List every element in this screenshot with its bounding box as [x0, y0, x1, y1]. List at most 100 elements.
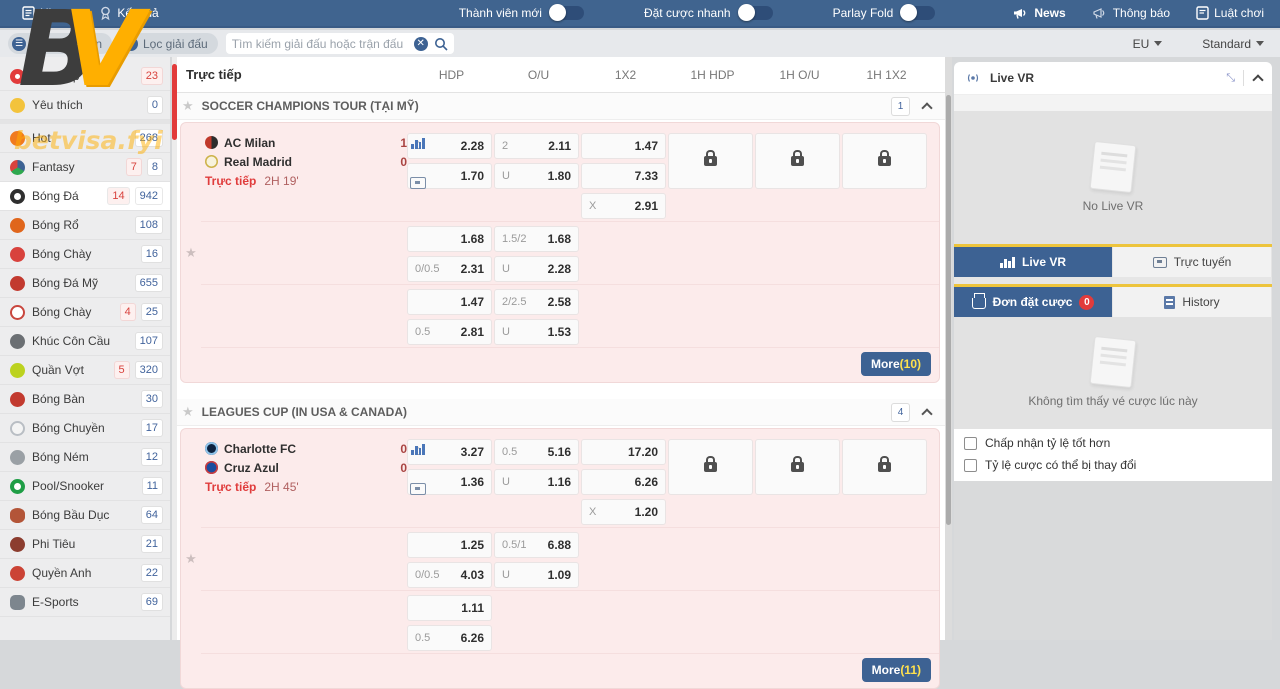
odds-cell-ou[interactable]: U2.28: [494, 256, 579, 282]
sidebar-item-favorites[interactable]: Yêu thích 0: [0, 91, 170, 120]
odds-cell-hdp[interactable]: 1.11: [407, 595, 492, 621]
accept-better-odds-option[interactable]: Chấp nhận tỷ lệ tốt hơn: [964, 436, 1262, 450]
odds-cell-hdp[interactable]: 1.25: [407, 532, 492, 558]
sidebar-item-live[interactable]: Trực tiếp 23: [0, 62, 170, 91]
sidebar-item-hockey[interactable]: Khúc Côn Cầu 107: [0, 327, 170, 356]
odds-cell-1x2-home[interactable]: 1.47: [581, 133, 666, 159]
odds-cell-hdp[interactable]: 0.56.26: [407, 625, 492, 651]
odds-cell-hdp[interactable]: 0/0.54.03: [407, 562, 492, 588]
filter-leagues-pill[interactable]: ▼ Lọc giải đấu: [120, 33, 218, 54]
results-nav-button[interactable]: Kết quả: [99, 6, 158, 21]
sidebar-item-boxing[interactable]: Quyền Anh 22: [0, 559, 170, 588]
more-markets-button[interactable]: More(10): [861, 352, 931, 376]
odds-cell-1x2-draw[interactable]: X2.91: [581, 193, 666, 219]
sub-toolbar: ☰ ển ▼ Lọc giải đấu ✕ EU Standard: [0, 30, 1280, 57]
match-info[interactable]: Charlotte FC 0 Cruz Azul 0 Trực tiếp 2H …: [201, 439, 407, 525]
col-ou: O/U: [495, 68, 582, 82]
odds-value: 4.03: [461, 568, 484, 582]
more-markets-button[interactable]: More(11): [862, 658, 931, 682]
sidebar-item-hot[interactable]: Hot 268: [0, 124, 170, 153]
sidebar-item-pool-snooker[interactable]: Pool/Snooker 11: [0, 472, 170, 501]
odds-cell-ou[interactable]: 2/2.52.58: [494, 289, 579, 315]
stats-chart-icon[interactable]: [411, 137, 425, 149]
parlay-fold-toggle[interactable]: [901, 6, 935, 20]
sidebar-item-table-tennis[interactable]: Bóng Bàn 30: [0, 385, 170, 414]
odds-cell-ou[interactable]: U1.16: [494, 469, 579, 495]
chevron-up-icon[interactable]: [1252, 74, 1263, 85]
content-scrollbar-track[interactable]: [945, 57, 952, 640]
sidebar-item-fantasy[interactable]: Fantasy 7 8: [0, 153, 170, 182]
count-badge: 22: [142, 565, 162, 581]
odds-cell-1x2-draw[interactable]: X1.20: [581, 499, 666, 525]
odds-cell-1x2-away[interactable]: 6.26: [581, 469, 666, 495]
notifications-button[interactable]: Thông báo: [1092, 6, 1170, 20]
odds-format-dropdown[interactable]: EU: [1133, 37, 1163, 51]
sidebar-item-american-football[interactable]: Bóng Đá Mỹ 655: [0, 269, 170, 298]
checkbox-odds-may-change[interactable]: [964, 459, 977, 472]
odds-cell-ou[interactable]: U1.53: [494, 319, 579, 345]
sidebar-item-rugby[interactable]: Bóng Bầu Dục 64: [0, 501, 170, 530]
search-input[interactable]: [232, 37, 408, 51]
main-scrollbar-thumb[interactable]: [172, 64, 177, 140]
sidebar-item-label: Bóng Chuyền: [32, 421, 135, 435]
star-icon[interactable]: ★: [182, 404, 194, 420]
sidebar-item-soccer[interactable]: Bóng Đá 14 942: [0, 182, 170, 211]
menu-pill[interactable]: ☰ ển: [8, 33, 112, 54]
count-badge: 0: [148, 97, 162, 113]
collapse-chevron-icon[interactable]: [921, 408, 932, 419]
star-icon[interactable]: ★: [182, 98, 194, 114]
match-info[interactable]: AC Milan 1 Real Madrid 0 Trực tiếp 2H 19…: [201, 133, 407, 219]
sidebar-item-tennis[interactable]: Quần Vợt 5 320: [0, 356, 170, 385]
live-stream-icon[interactable]: [410, 177, 426, 189]
count-badge: 108: [136, 217, 162, 233]
odds-cell-hdp[interactable]: 1.47: [407, 289, 492, 315]
favorite-star-icon[interactable]: ★: [181, 429, 201, 688]
odds-may-change-option[interactable]: Tỷ lệ cược có thể bị thay đổi: [964, 458, 1262, 472]
sidebar-item-esports[interactable]: E-Sports 69: [0, 588, 170, 617]
odds-cell-ou[interactable]: 1.5/21.68: [494, 226, 579, 252]
sidebar-item-baseball-2[interactable]: Bóng Chày 4 25: [0, 298, 170, 327]
sidebar-item-volleyball[interactable]: Bóng Chuyền 17: [0, 414, 170, 443]
new-member-toggle[interactable]: [550, 6, 584, 20]
history-nav-button[interactable]: History: [22, 6, 77, 20]
tab-streaming[interactable]: Trực tuyến: [1113, 247, 1272, 277]
betslip-history-tabs: Đơn đặt cược 0 History: [954, 287, 1272, 317]
odds-cell-ou[interactable]: 0.5/16.88: [494, 532, 579, 558]
search-icon[interactable]: [434, 37, 448, 51]
odds-cell-ou[interactable]: 0.55.16: [494, 439, 579, 465]
collapse-chevron-icon[interactable]: [921, 102, 932, 113]
sidebar-item-baseball[interactable]: Bóng Chày 16: [0, 240, 170, 269]
main-scrollbar-track[interactable]: [172, 57, 177, 640]
sidebar-item-darts[interactable]: Phi Tiêu 21: [0, 530, 170, 559]
tab-bet-slip[interactable]: Đơn đặt cược 0: [954, 287, 1113, 317]
odds-value: 1.53: [548, 325, 571, 339]
odds-cell-ou[interactable]: U1.09: [494, 562, 579, 588]
sidebar-item-label: Bóng Rổ: [32, 218, 129, 232]
sidebar-item-handball[interactable]: Bóng Ném 12: [0, 443, 170, 472]
news-button[interactable]: News: [1013, 6, 1065, 20]
quick-bet-toggle[interactable]: [739, 6, 773, 20]
odds-cell-1x2-away[interactable]: 7.33: [581, 163, 666, 189]
collapse-diagonal-icon[interactable]: ⤡: [1226, 72, 1233, 85]
odds-cell-1x2-home[interactable]: 17.20: [581, 439, 666, 465]
odds-value: 2.28: [548, 262, 571, 276]
sidebar-item-basketball[interactable]: Bóng Rổ 108: [0, 211, 170, 240]
rules-button[interactable]: Luật chơi: [1196, 6, 1264, 20]
league-header-soccer-champions-tour[interactable]: ★ SOCCER CHAMPIONS TOUR (TẠI MỸ) 1: [172, 93, 945, 120]
odds-cell-ou[interactable]: U1.80: [494, 163, 579, 189]
odds-cell-hdp[interactable]: 1.68: [407, 226, 492, 252]
live-stream-icon[interactable]: [410, 483, 426, 495]
stats-chart-icon[interactable]: [411, 443, 425, 455]
tab-live-vr[interactable]: Live VR: [954, 247, 1113, 277]
odds-cell-hdp[interactable]: 0.52.81: [407, 319, 492, 345]
league-header-leagues-cup[interactable]: ★ LEAGUES CUP (IN USA & CANADA) 4: [172, 399, 945, 426]
checkbox-accept-better-odds[interactable]: [964, 437, 977, 450]
clear-search-icon[interactable]: ✕: [414, 37, 428, 51]
odds-cell-ou[interactable]: 22.11: [494, 133, 579, 159]
favorite-star-icon[interactable]: ★: [181, 123, 201, 382]
view-mode-dropdown[interactable]: Standard: [1202, 37, 1264, 51]
rugby-ball-icon: [10, 508, 25, 523]
odds-cell-hdp[interactable]: 0/0.52.31: [407, 256, 492, 282]
tab-history[interactable]: History: [1113, 287, 1272, 317]
content-scrollbar-thumb[interactable]: [946, 95, 951, 525]
